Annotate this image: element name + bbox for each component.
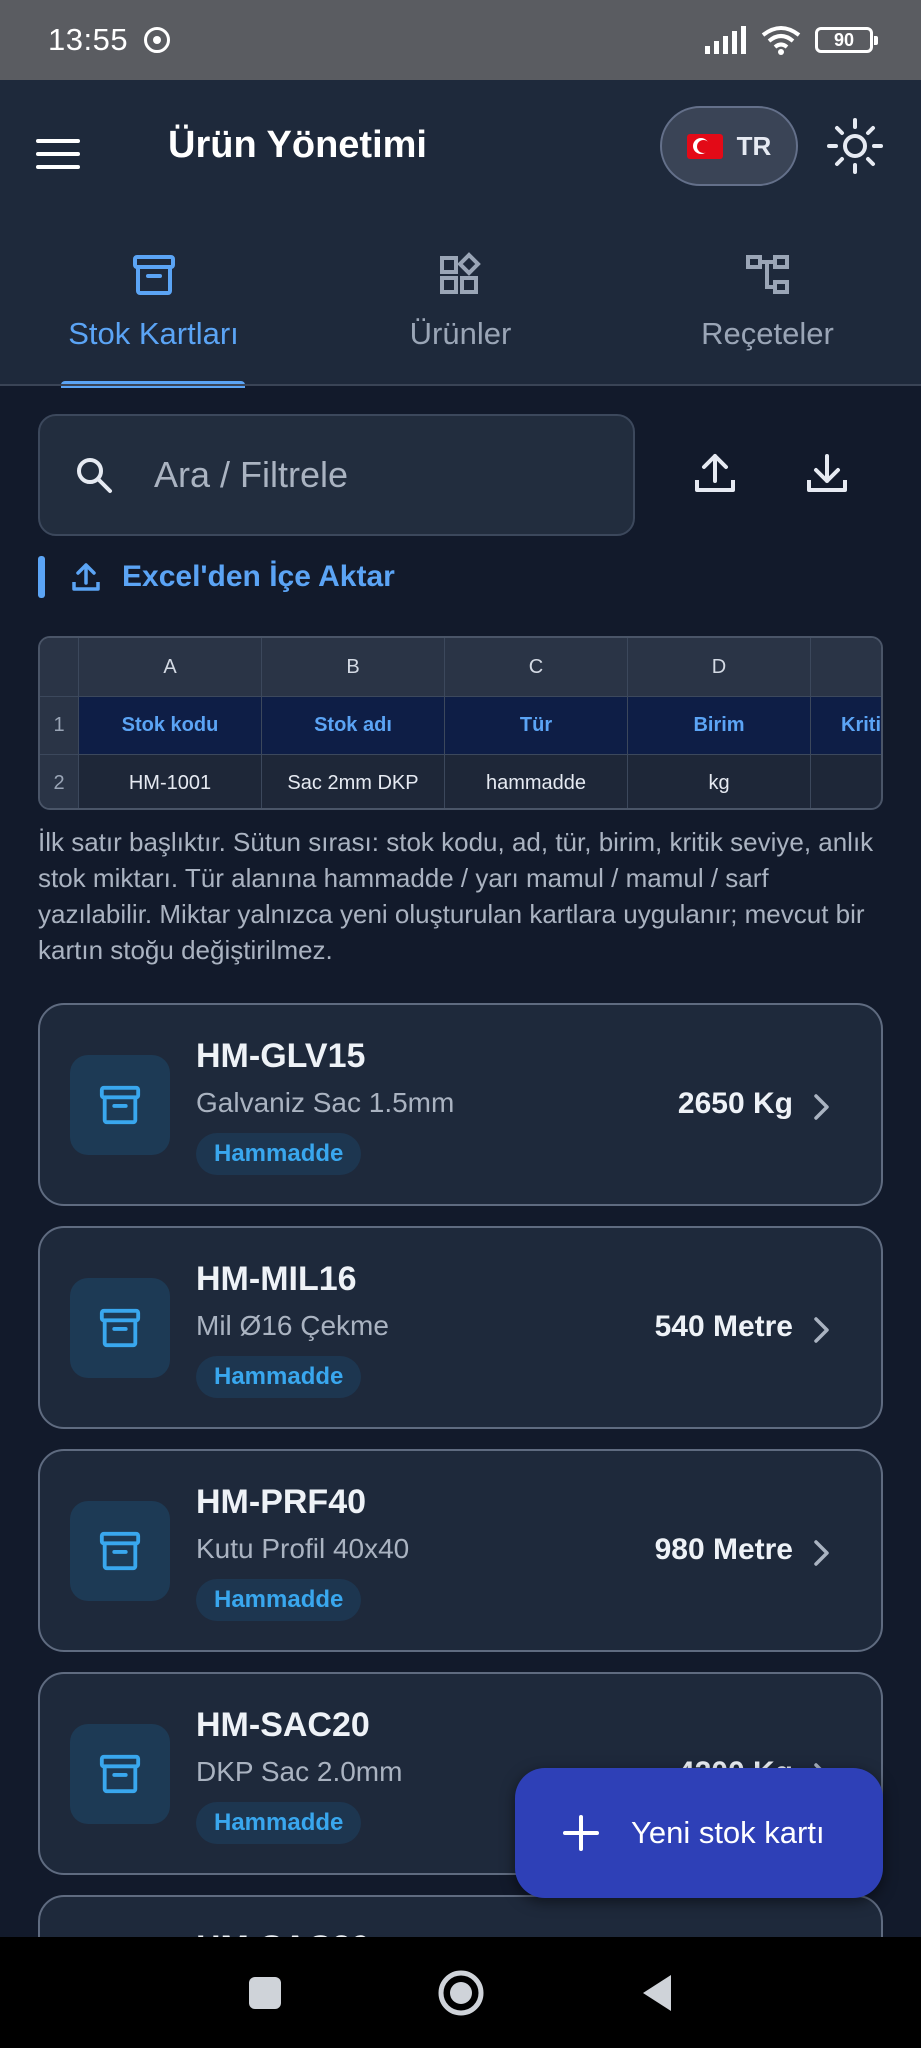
battery-icon: 90: [815, 27, 878, 53]
stock-name: DKP Sac 2.0mm: [196, 1756, 403, 1787]
excel-import-link[interactable]: Excel'den İçe Aktar: [70, 556, 395, 598]
stock-card[interactable]: HM-PRF40 Kutu Profil 40x40 Hammadde 980 …: [38, 1449, 883, 1652]
column-letter: A: [78, 638, 261, 696]
upload-icon[interactable]: [690, 448, 740, 498]
signal-icon: [705, 26, 746, 54]
status-indicators: 90: [705, 25, 878, 55]
system-nav-bar: [0, 1937, 921, 2048]
column-letter: [810, 638, 880, 696]
app-bar: Ürün Yönetimi TR Stok Kartları Ürünler R…: [0, 80, 921, 388]
archive-box-icon: [70, 1501, 170, 1601]
stock-card[interactable]: HM-GLV15 Galvaniz Sac 1.5mm Hammadde 265…: [38, 1003, 883, 1206]
chevron-right-icon: [814, 1540, 829, 1566]
menu-button[interactable]: [36, 128, 92, 180]
stock-type-badge: Hammadde: [196, 1802, 362, 1844]
stock-name: Mil Ø16 Çekme: [196, 1310, 389, 1341]
upload-icon: [72, 563, 100, 591]
archive-box-icon: [70, 1278, 170, 1378]
stock-code: HM-SAC30: [196, 1929, 370, 1937]
data-row: 2 HM-1001 Sac 2mm DKP hammadde kg: [40, 754, 881, 808]
stock-card[interactable]: HM-SAC30: [38, 1895, 883, 1937]
tab-label: Stok Kartları: [68, 316, 239, 351]
stock-type-badge: Hammadde: [196, 1133, 362, 1175]
notification-icon: [144, 27, 171, 53]
header-cell: Kriti: [810, 697, 880, 754]
stock-type-badge: Hammadde: [196, 1356, 362, 1398]
square-icon: [248, 1976, 281, 2009]
column-letter-row: A B C D: [40, 638, 881, 696]
recents-button[interactable]: [237, 1965, 293, 2021]
archive-box-icon: [70, 1055, 170, 1155]
menu-icon-line: [36, 152, 80, 156]
page-title: Ürün Yönetimi: [168, 124, 427, 166]
stock-code: HM-MIL16: [196, 1260, 357, 1298]
tab-label: Ürünler: [409, 316, 512, 351]
language-selector[interactable]: TR: [660, 106, 798, 186]
home-circle-icon: [438, 1970, 483, 2015]
row-number: 2: [40, 755, 78, 808]
data-cell: Sac 2mm DKP: [261, 755, 444, 808]
column-letter: D: [627, 638, 810, 696]
corner-cell: [40, 638, 78, 696]
search-field[interactable]: [38, 414, 635, 536]
tab-stok-kartlari[interactable]: Stok Kartları: [0, 244, 307, 388]
menu-icon-line: [36, 139, 80, 143]
stock-quantity: 2650 Kg: [677, 1087, 793, 1120]
stock-quantity: 540 Metre: [654, 1310, 793, 1343]
import-label: Excel'den İçe Aktar: [122, 560, 395, 593]
home-button[interactable]: [433, 1965, 489, 2021]
turkey-flag-icon: [686, 133, 723, 159]
chevron-right-icon: [814, 1317, 829, 1343]
stock-code: HM-SAC20: [196, 1706, 370, 1744]
import-help-text: İlk satır başlıktır. Sütun sırası: stok …: [38, 827, 874, 965]
status-bar: 13:55 90: [0, 0, 921, 80]
tab-label: Reçeteler: [701, 316, 834, 351]
stock-code: HM-GLV15: [196, 1037, 366, 1075]
wifi-icon: [761, 26, 801, 55]
language-code: TR: [736, 130, 772, 161]
hierarchy-icon: [745, 255, 789, 294]
stock-name: Kutu Profil 40x40: [196, 1533, 410, 1564]
header-cell: Tür: [444, 697, 627, 754]
column-letter: B: [261, 638, 444, 696]
stock-card[interactable]: HM-MIL16 Mil Ø16 Çekme Hammadde 540 Metr…: [38, 1226, 883, 1429]
tab-bar: Stok Kartları Ürünler Reçeteler: [0, 244, 921, 388]
search-input[interactable]: [154, 454, 594, 496]
data-cell: hammadde: [444, 755, 627, 808]
stock-code: HM-PRF40: [196, 1483, 367, 1521]
stock-type-badge: Hammadde: [196, 1579, 362, 1621]
header-cell: Stok kodu: [78, 697, 261, 754]
sun-icon[interactable]: [826, 117, 884, 175]
chevron-right-icon: [814, 1094, 829, 1120]
new-stock-card-button[interactable]: Yeni stok kartı: [515, 1768, 883, 1898]
plus-icon: [563, 1815, 599, 1851]
archive-box-icon: [70, 1724, 170, 1824]
header-row: 1 Stok kodu Stok adı Tür Birim Kriti: [40, 696, 881, 754]
grid-plus-icon: [439, 252, 481, 294]
import-accent-bar: [38, 556, 45, 598]
battery-level: 90: [833, 29, 855, 50]
stock-quantity: 980 Metre: [654, 1533, 793, 1566]
stock-name: Galvaniz Sac 1.5mm: [196, 1087, 455, 1118]
search-icon: [77, 458, 112, 493]
back-button[interactable]: [629, 1965, 685, 2021]
column-letter: C: [444, 638, 627, 696]
status-time: 13:55: [48, 22, 129, 57]
data-cell: HM-1001: [78, 755, 261, 808]
tab-receteler[interactable]: Reçeteler: [614, 244, 921, 388]
header-cell: Birim: [627, 697, 810, 754]
menu-icon-line: [36, 165, 80, 169]
excel-format-preview: A B C D 1 Stok kodu Stok adı Tür Birim K…: [38, 636, 883, 810]
tab-urunler[interactable]: Ürünler: [307, 244, 614, 388]
download-icon[interactable]: [802, 448, 852, 498]
row-number: 1: [40, 697, 78, 754]
data-cell: [810, 755, 880, 808]
data-cell: kg: [627, 755, 810, 808]
header-cell: Stok adı: [261, 697, 444, 754]
divider: [0, 384, 921, 386]
back-triangle-icon: [642, 1974, 671, 2011]
archive-box-icon: [132, 255, 175, 295]
fab-label: Yeni stok kartı: [631, 1815, 825, 1850]
